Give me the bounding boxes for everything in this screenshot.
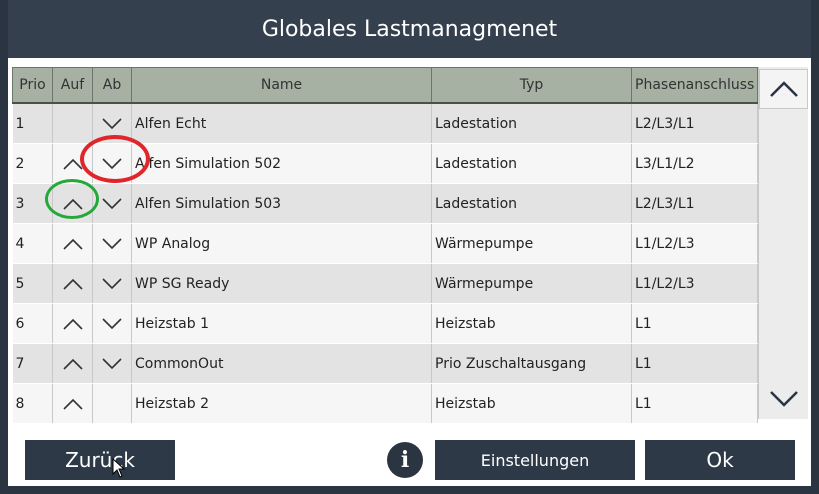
app-window: Globales Lastmanagmenet Prio Auf Ab Name… <box>0 0 819 494</box>
table-row[interactable]: 4 WP Analog Wärmepumpe L1/L2/L3 <box>12 223 758 264</box>
chevron-up-icon <box>769 81 798 97</box>
cell-typ: Ladestation <box>431 143 632 184</box>
chevron-down-icon <box>102 357 122 369</box>
chevron-up-icon <box>62 358 83 370</box>
cell-phase: L3/L1/L2 <box>631 143 758 184</box>
move-up-button[interactable] <box>52 143 93 184</box>
cell-typ: Ladestation <box>431 103 632 144</box>
col-header-ab: Ab <box>92 67 132 104</box>
table-row[interactable]: 6 Heizstab 1 Heizstab L1 <box>12 303 758 344</box>
cell-typ: Wärmepumpe <box>431 223 632 264</box>
chevron-up-icon <box>62 398 83 410</box>
col-header-phase: Phasenanschluss <box>631 67 758 104</box>
table-row[interactable]: 3 Alfen Simulation 503 Ladestation L2/L3/L1 <box>12 183 758 224</box>
content-panel: Prio Auf Ab Name Typ Phasenanschluss 1 Al… <box>8 58 811 486</box>
scrollbar[interactable] <box>758 67 808 419</box>
cell-phase: L1 <box>631 303 758 344</box>
col-header-typ: Typ <box>431 67 632 104</box>
chevron-up-icon <box>62 238 83 250</box>
cell-prio: 8 <box>12 383 53 424</box>
back-button[interactable]: Zurück <box>25 440 175 480</box>
scroll-up-button[interactable] <box>759 69 808 109</box>
chevron-down-icon <box>102 117 122 129</box>
move-up-button[interactable] <box>52 263 93 304</box>
move-up-button[interactable] <box>52 223 93 264</box>
move-up-button <box>52 103 93 144</box>
window-title: Globales Lastmanagmenet <box>8 0 811 58</box>
table-row[interactable]: 8 Heizstab 2 Heizstab L1 <box>12 383 758 424</box>
chevron-up-icon <box>62 158 83 170</box>
move-down-button[interactable] <box>92 183 132 224</box>
chevron-down-icon <box>102 157 122 169</box>
cell-phase: L2/L3/L1 <box>631 183 758 224</box>
scroll-down-button[interactable] <box>759 379 808 419</box>
info-icon[interactable]: i <box>387 442 423 478</box>
table-row[interactable]: 1 Alfen Echt Ladestation L2/L3/L1 <box>12 103 758 144</box>
cell-typ: Heizstab <box>431 303 632 344</box>
cell-name: Heizstab 1 <box>131 303 432 344</box>
chevron-up-icon <box>62 278 83 290</box>
cell-prio: 1 <box>12 103 53 144</box>
cell-phase: L2/L3/L1 <box>631 103 758 144</box>
cell-name: WP SG Ready <box>131 263 432 304</box>
chevron-up-icon <box>62 198 83 210</box>
cell-phase: L1/L2/L3 <box>631 263 758 304</box>
cell-phase: L1 <box>631 383 758 424</box>
cell-name: WP Analog <box>131 223 432 264</box>
cell-prio: 7 <box>12 343 53 384</box>
cell-name: Alfen Simulation 503 <box>131 183 432 224</box>
chevron-down-icon <box>102 197 122 209</box>
move-down-button[interactable] <box>92 143 132 184</box>
col-header-name: Name <box>131 67 432 104</box>
table-row[interactable]: 7 CommonOut Prio Zuschaltausgang L1 <box>12 343 758 384</box>
chevron-down-icon <box>102 237 122 249</box>
move-down-button[interactable] <box>92 303 132 344</box>
move-up-button[interactable] <box>52 183 93 224</box>
settings-button[interactable]: Einstellungen <box>435 440 635 480</box>
cell-typ: Prio Zuschaltausgang <box>431 343 632 384</box>
move-down-button[interactable] <box>92 343 132 384</box>
move-down-button[interactable] <box>92 103 132 144</box>
move-down-button[interactable] <box>92 223 132 264</box>
chevron-down-icon <box>102 317 122 329</box>
cell-name: Heizstab 2 <box>131 383 432 424</box>
move-down-button <box>92 383 132 424</box>
cell-phase: L1 <box>631 343 758 384</box>
chevron-down-icon <box>102 277 122 289</box>
cell-prio: 4 <box>12 223 53 264</box>
chevron-down-icon <box>769 391 798 407</box>
cell-prio: 2 <box>12 143 53 184</box>
cell-typ: Heizstab <box>431 383 632 424</box>
cell-typ: Ladestation <box>431 183 632 224</box>
table-row[interactable]: 5 WP SG Ready Wärmepumpe L1/L2/L3 <box>12 263 758 304</box>
chevron-up-icon <box>62 318 83 330</box>
cell-prio: 5 <box>12 263 53 304</box>
move-up-button[interactable] <box>52 303 93 344</box>
cell-name: CommonOut <box>131 343 432 384</box>
priority-table: Prio Auf Ab Name Typ Phasenanschluss 1 Al… <box>12 67 758 424</box>
cell-phase: L1/L2/L3 <box>631 223 758 264</box>
move-down-button[interactable] <box>92 263 132 304</box>
cell-name: Alfen Simulation 502 <box>131 143 432 184</box>
ok-button[interactable]: Ok <box>645 440 795 480</box>
table-header-row: Prio Auf Ab Name Typ Phasenanschluss <box>12 67 758 104</box>
table-body: 1 Alfen Echt Ladestation L2/L3/L1 2 Alfen Sim… <box>12 103 758 424</box>
col-header-auf: Auf <box>52 67 93 104</box>
move-up-button[interactable] <box>52 343 93 384</box>
cell-name: Alfen Echt <box>131 103 432 144</box>
cell-prio: 6 <box>12 303 53 344</box>
cell-typ: Wärmepumpe <box>431 263 632 304</box>
cell-prio: 3 <box>12 183 53 224</box>
table-row[interactable]: 2 Alfen Simulation 502 Ladestation L3/L1/L2 <box>12 143 758 184</box>
col-header-prio: Prio <box>12 67 53 104</box>
move-up-button[interactable] <box>52 383 93 424</box>
